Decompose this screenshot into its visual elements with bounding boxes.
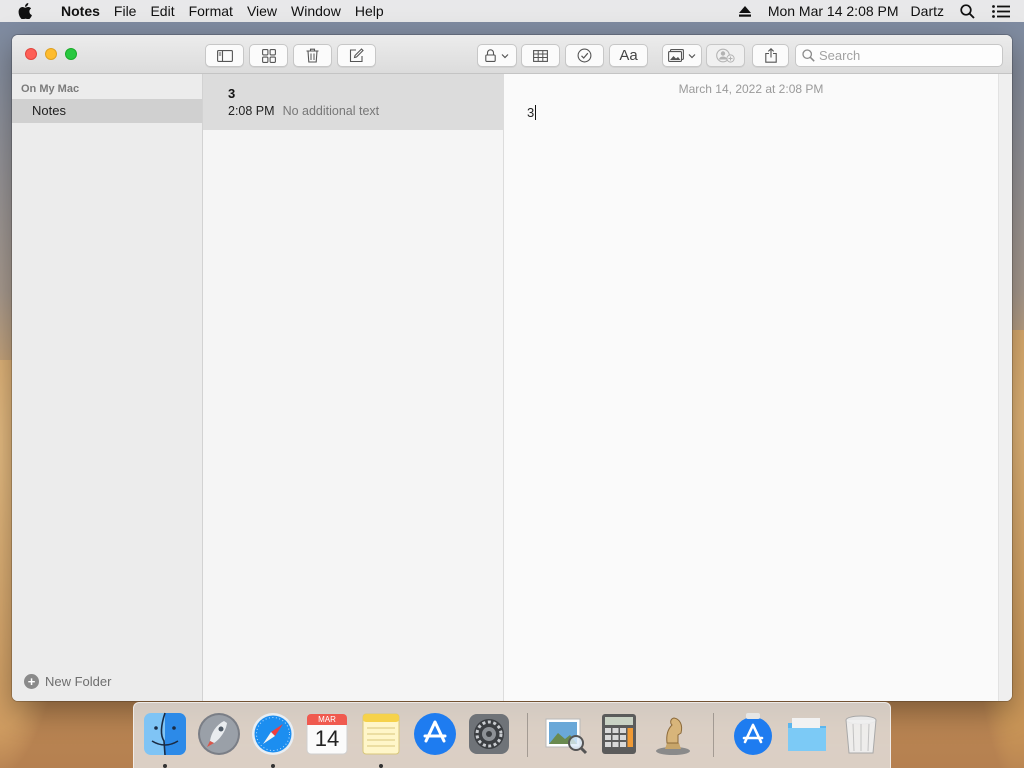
note-editor[interactable]: March 14, 2022 at 2:08 PM 3: [504, 74, 998, 701]
toggle-sidebar-button[interactable]: [205, 44, 244, 67]
plus-circle-icon: +: [24, 674, 39, 689]
folders-sidebar: On My Mac Notes + New Folder: [12, 74, 203, 701]
list-item[interactable]: 3 2:08 PM No additional text: [203, 74, 503, 130]
text-caret: [535, 105, 537, 120]
note-body-text: 3: [527, 105, 535, 120]
dock-separator: [527, 713, 528, 757]
notes-window: Aa On My Mac Notes + New Folder 3: [12, 35, 1012, 701]
safari-icon[interactable]: [250, 711, 296, 757]
menu-help[interactable]: Help: [348, 0, 391, 22]
calendar-icon[interactable]: MAR 14: [304, 711, 350, 757]
menu-user[interactable]: Dartz: [905, 0, 950, 22]
eject-icon[interactable]: [734, 0, 756, 22]
checklist-button[interactable]: [565, 44, 604, 67]
note-time: 2:08 PM: [228, 104, 275, 118]
share-button[interactable]: [752, 44, 789, 67]
search-input[interactable]: [819, 48, 969, 63]
calendar-day: 14: [314, 726, 340, 751]
sidebar-icon: [216, 49, 233, 62]
note-preview: No additional text: [282, 104, 380, 118]
menu-bar: Notes File Edit Format View Window Help …: [0, 0, 1024, 22]
finder-running-indicator: [163, 764, 167, 768]
menu-app-name[interactable]: Notes: [54, 0, 107, 22]
checkmark-circle-icon: [577, 48, 592, 63]
system-preferences-icon[interactable]: [466, 711, 512, 757]
notification-center-icon[interactable]: [990, 0, 1012, 22]
gallery-view-button[interactable]: [249, 44, 288, 67]
search-icon: [802, 49, 815, 62]
note-date: March 14, 2022 at 2:08 PM: [678, 82, 824, 96]
folder-icon[interactable]: [784, 711, 830, 757]
add-media-button[interactable]: [662, 44, 702, 67]
zoom-button[interactable]: [65, 48, 77, 60]
delete-note-button[interactable]: [293, 44, 332, 67]
lock-icon: [485, 49, 496, 62]
compose-icon: [349, 48, 364, 63]
finder-icon[interactable]: [142, 711, 188, 757]
chess-icon[interactable]: [650, 711, 696, 757]
menu-view[interactable]: View: [240, 0, 284, 22]
insert-table-button[interactable]: [521, 44, 560, 67]
share-icon: [764, 48, 777, 63]
dock-separator: [713, 713, 714, 757]
menu-format[interactable]: Format: [182, 0, 240, 22]
editor-scroll-area: [998, 74, 1012, 701]
add-people-icon: [715, 48, 735, 63]
app-store-downloads-icon[interactable]: [730, 711, 776, 757]
spotlight-search-icon[interactable]: [956, 0, 978, 22]
text-format-button[interactable]: Aa: [609, 44, 648, 67]
close-button[interactable]: [25, 48, 37, 60]
menu-edit[interactable]: Edit: [143, 0, 181, 22]
minimize-button[interactable]: [45, 48, 57, 60]
table-icon: [533, 49, 548, 62]
new-folder-label: New Folder: [45, 674, 112, 689]
calendar-month: MAR: [318, 715, 336, 724]
sidebar-item-notes[interactable]: Notes: [12, 99, 202, 123]
preview-icon[interactable]: [542, 711, 588, 757]
menu-window[interactable]: Window: [284, 0, 348, 22]
new-note-button[interactable]: [337, 44, 376, 67]
note-body[interactable]: 3: [527, 105, 537, 120]
dock: MAR 14: [133, 702, 891, 768]
notes-list: 3 2:08 PM No additional text: [203, 74, 504, 701]
sidebar-section-header: On My Mac: [21, 83, 80, 95]
chevron-down-icon: [688, 53, 696, 58]
apple-menu-icon[interactable]: [18, 3, 40, 19]
trash-icon: [306, 48, 319, 63]
menu-file[interactable]: File: [107, 0, 144, 22]
text-format-icon: Aa: [619, 47, 638, 64]
notes-running-indicator: [379, 764, 383, 768]
trash-icon[interactable]: [838, 711, 884, 757]
grid-icon: [261, 48, 276, 63]
note-title: 3: [228, 86, 236, 101]
chevron-down-icon: [501, 53, 509, 58]
notes-app-icon[interactable]: [358, 711, 404, 757]
new-folder-button[interactable]: + New Folder: [24, 674, 111, 689]
menu-clock[interactable]: Mon Mar 14 2:08 PM: [762, 0, 905, 22]
safari-running-indicator: [271, 764, 275, 768]
add-people-button[interactable]: [706, 44, 745, 67]
app-store-icon[interactable]: [412, 711, 458, 757]
launchpad-icon[interactable]: [196, 711, 242, 757]
calculator-icon[interactable]: [596, 711, 642, 757]
lock-note-button[interactable]: [477, 44, 517, 67]
window-toolbar: Aa: [12, 35, 1012, 74]
photo-icon: [668, 49, 684, 62]
search-field[interactable]: [795, 44, 1003, 67]
